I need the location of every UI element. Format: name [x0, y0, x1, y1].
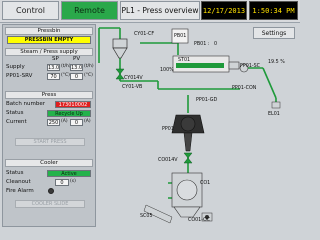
pp01-gd-label: PP01-GD: [196, 98, 218, 103]
current-sp-unit: (A): [61, 119, 68, 124]
valve-cy01-4v-icon[interactable]: [115, 68, 125, 80]
fire-alarm-indicator: [48, 188, 54, 194]
pp01-sc-label: PP01-SC: [240, 64, 261, 69]
pp01-pv-unit: (°C): [84, 73, 93, 78]
pp01-sp-field[interactable]: 70: [47, 73, 60, 80]
cy01-vb-label: CY01-VB: [122, 85, 143, 90]
co1-tag: CO1: [200, 181, 211, 186]
tab-remote[interactable]: Remote: [61, 1, 118, 20]
cooler-co1[interactable]: [171, 172, 203, 218]
cleanout-field[interactable]: 0: [55, 179, 69, 186]
pp01-con-label: PP01-CON: [232, 86, 257, 91]
cleanout-label: Cleanout: [6, 179, 31, 185]
cooler-heading: Cooler: [5, 159, 93, 167]
current-pv-unit: (A): [84, 119, 91, 124]
current-label: Current: [6, 119, 27, 125]
pp01-srv-label: PP01-SRV: [6, 73, 33, 79]
press-status-value: Recycle Up: [47, 110, 91, 117]
cyclone-cy01[interactable]: [112, 38, 128, 59]
date-display: 12/17/2013: [201, 1, 247, 20]
press-status-label: Status: [6, 110, 24, 116]
supply-pv-unit: (t/h): [84, 64, 94, 69]
steam-heading: Steam / Press supply: [5, 48, 93, 56]
pressbin-heading: Pressbin: [5, 27, 93, 35]
press-pp01[interactable]: [171, 114, 205, 152]
current-pv-value: 0: [70, 119, 83, 126]
batch-label: Batch number: [6, 101, 46, 107]
pct2-label: 19.5 %: [268, 60, 285, 65]
pressbin-status: PRESSBIN EMPTY: [7, 36, 91, 44]
batch-value: 173010002: [55, 101, 91, 108]
col-sp: SP: [52, 56, 59, 62]
st01-label: ST01: [178, 58, 191, 63]
col-pv: PV: [73, 56, 81, 62]
supply-pv-value: 13.0: [70, 64, 83, 71]
co01-oc-label: CO01-OC: [188, 218, 211, 223]
pipework: [98, 27, 277, 199]
press-heading: Press: [5, 91, 93, 99]
fire-alarm-label: Fire Alarm: [6, 188, 34, 194]
current-sp-field[interactable]: 250: [47, 119, 60, 126]
cooler-slide-button[interactable]: COOLER SLIDE: [15, 200, 85, 208]
pct-label: 100%: [160, 68, 174, 73]
screen-title: PL1 - Press overview: [120, 1, 200, 20]
supply-label: Supply: [6, 64, 25, 70]
tab-control[interactable]: Control: [2, 1, 59, 20]
pb01-readout-value: 0: [214, 42, 218, 47]
left-panel: Pressbin PRESSBIN EMPTY Steam / Press su…: [2, 24, 96, 227]
elevator-el01[interactable]: [271, 98, 281, 109]
cooler-status-label: Status: [6, 170, 24, 176]
co01-4v-label: CO014V: [158, 158, 178, 163]
cooler-status-value: Active: [47, 170, 91, 177]
sc05-tag: SC05: [140, 214, 153, 219]
cy01-cf-label: CY01-CF: [134, 32, 155, 37]
pb01-readout-label: PB01 :: [194, 42, 210, 47]
top-bar: Control Remote PL1 - Press overview 12/1…: [0, 0, 300, 23]
process-diagram: [98, 27, 281, 224]
valve-co01-4v-icon[interactable]: [183, 152, 193, 164]
el01-label: EL01: [268, 112, 280, 117]
supply-sp-field[interactable]: 13.0: [47, 64, 60, 71]
pp01-sp-unit: (°C): [61, 73, 70, 78]
pb01-tag: PB01: [174, 34, 187, 39]
pp01-pv-value: 0: [70, 73, 83, 80]
pp01-tag: PP01: [162, 127, 174, 132]
start-press-button[interactable]: START PRESS: [15, 138, 85, 146]
cy01-4v-label: CY014V: [124, 76, 143, 81]
time-display: 1:50:34 PM: [249, 1, 298, 20]
cleanout-unit: (s): [70, 179, 76, 184]
